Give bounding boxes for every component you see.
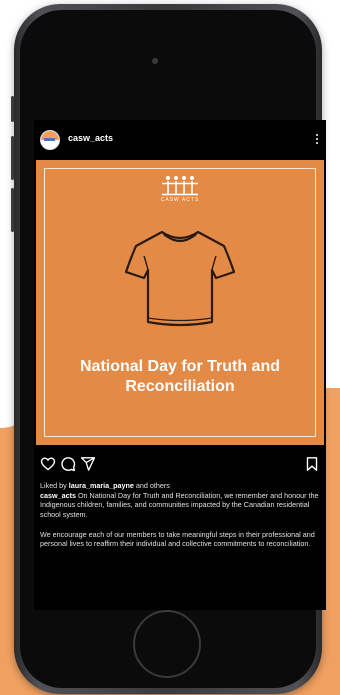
liked-prefix: Liked by: [40, 481, 67, 490]
avatar[interactable]: [40, 130, 60, 150]
post-image[interactable]: CASW ACTS National Day for Truth and Rec…: [36, 160, 324, 445]
front-camera: [152, 58, 158, 64]
home-button[interactable]: [133, 610, 201, 678]
more-vertical-icon[interactable]: [312, 131, 322, 147]
liked-user[interactable]: laura_maria_payne: [69, 481, 134, 490]
casw-logo-icon: [162, 175, 198, 196]
send-icon[interactable]: [80, 456, 96, 472]
post-image-title: National Day for Truth and Reconciliatio…: [79, 358, 280, 395]
likes-line: Liked by laura_maria_payne and others: [40, 481, 170, 490]
caption-text: On National Day for Truth and Reconcilia…: [40, 491, 319, 519]
logo-text: CASW ACTS: [160, 197, 200, 203]
caption: casw_acts On National Day for Truth and …: [40, 491, 320, 519]
post-username[interactable]: casw_acts: [68, 133, 113, 143]
post-header: casw_acts: [34, 120, 326, 160]
caption-username[interactable]: casw_acts: [40, 491, 76, 500]
instagram-post-screen: casw_acts CASW ACTS National Day for Tru…: [34, 120, 326, 610]
comment-icon[interactable]: [60, 456, 76, 472]
phone-side-button: [11, 188, 14, 232]
bookmark-icon[interactable]: [304, 456, 320, 472]
t-shirt-icon: [124, 230, 236, 327]
heart-icon[interactable]: [40, 456, 56, 472]
liked-suffix: and others: [135, 481, 170, 490]
caption-paragraph-2: We encourage each of our members to take…: [40, 530, 315, 549]
post-actions-bar: [34, 456, 326, 476]
phone-side-button: [11, 96, 14, 122]
phone-side-button: [11, 136, 14, 180]
